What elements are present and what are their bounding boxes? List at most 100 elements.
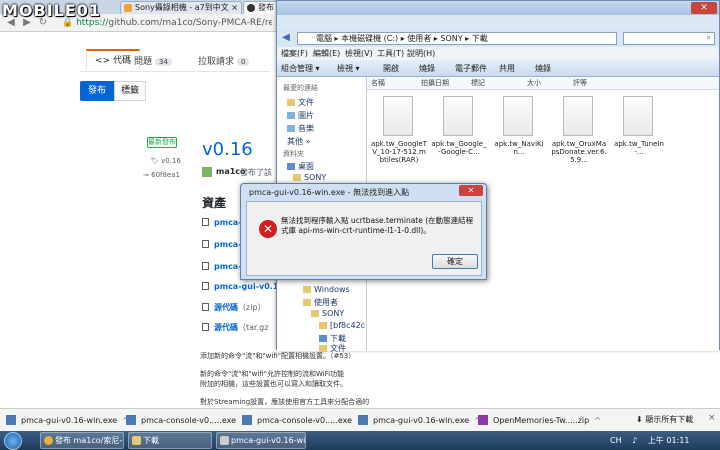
release-title[interactable]: v0.16	[202, 139, 253, 160]
browser-tab-sony[interactable]: Sony攝錄相機 - a7到中文 ×	[120, 1, 242, 14]
menu-view[interactable]: 檢視(V)	[345, 48, 373, 59]
taskbar-item-pmca[interactable]: pmca-gui-v0.16-wi...	[216, 432, 306, 449]
source-tar-link[interactable]: 源代碼（tar.gz	[202, 322, 268, 333]
release-note-line: 對於Streaming設置，應該使用官方工具來分配合適的	[200, 398, 370, 406]
menu-tools[interactable]: 工具(T)	[377, 48, 404, 59]
view-button[interactable]: 檢視 ▾	[337, 63, 360, 74]
task-label: pmca-gui-v0.16-wi...	[231, 436, 306, 445]
download-name: pmca-gui-v0.16-win.exe	[373, 416, 470, 425]
show-all-label: 顯示所有下載	[645, 415, 694, 424]
close-icon[interactable]: ✕	[459, 185, 483, 196]
nav-users[interactable]: 使用者	[303, 297, 338, 308]
nav-music[interactable]: 音樂	[287, 123, 314, 134]
email-button[interactable]: 電子郵件	[455, 63, 487, 74]
task-label: 下載	[143, 436, 159, 445]
breadcrumb[interactable]: 電腦 ▸ 本機磁碟機 (C:) ▸ 使用者 ▸ SONY ▸ 下載	[297, 32, 617, 45]
column-headers: 名稱 拍攝日期 標記 大小 評等	[367, 77, 719, 90]
mobile01-logo: MOBILE01	[2, 1, 102, 20]
nav-docs[interactable]: 文件	[319, 343, 346, 354]
asset-link[interactable]: pmca-	[202, 262, 242, 271]
nav-more[interactable]: 其他 »	[287, 136, 310, 147]
nav-desktop[interactable]: 桌面	[287, 161, 314, 172]
nav-label: 圖片	[298, 111, 314, 120]
nav-sony[interactable]: SONY	[293, 173, 326, 182]
author-avatar[interactable]	[202, 167, 212, 177]
tab-code[interactable]: <> 代碼	[86, 49, 140, 70]
nav-documents[interactable]: 文件	[287, 97, 314, 108]
menu-file[interactable]: 檔案(F)	[281, 48, 308, 59]
taskbar-item-downloads[interactable]: 下載	[128, 432, 212, 449]
source-label: 源代碼	[214, 323, 238, 332]
download-item[interactable]: pmca-gui-v0.16-win.exe^	[6, 412, 129, 429]
close-icon[interactable]: ×	[708, 413, 716, 423]
menu-help[interactable]: 說明(H)	[407, 48, 435, 59]
download-item[interactable]: pmca-console-v0.....exe^	[126, 412, 248, 429]
tab-issues[interactable]: 問題 34	[134, 54, 172, 67]
url-path: github.com/ma1co/Sony-PMCA-RE/rele	[108, 18, 272, 28]
asset-link[interactable]: pmca-gui-v0.1	[202, 282, 278, 291]
open-button[interactable]: 開啟	[383, 63, 399, 74]
exe-icon	[6, 415, 16, 425]
ok-button[interactable]: 確定	[432, 254, 478, 269]
download-item[interactable]: OpenMemories-Tw.....zip ^	[478, 412, 601, 429]
search-icon: ⌕	[706, 33, 711, 42]
nav-label: [bf8c42c	[330, 321, 366, 330]
share-button[interactable]: 共用	[499, 63, 515, 74]
tab-pull-requests[interactable]: 拉取請求 0	[198, 54, 250, 67]
col-name[interactable]: 名稱	[371, 78, 385, 88]
burn-button[interactable]: 燒錄	[419, 63, 435, 74]
download-item[interactable]: pmca-console-v0.....exe^	[242, 412, 364, 429]
folder-icon	[287, 99, 295, 106]
commit-label: 60f8ea1	[151, 171, 180, 179]
pr-count: 0	[237, 58, 250, 66]
back-icon[interactable]: ◀	[279, 32, 293, 44]
menu-edit[interactable]: 編輯(E)	[313, 48, 340, 59]
show-all-downloads[interactable]: ⬇ 顯示所有下載	[636, 414, 693, 425]
col-rating[interactable]: 評等	[573, 78, 587, 88]
nav-label: 下載	[330, 334, 346, 343]
language-indicator[interactable]: CH	[610, 436, 622, 445]
file-name: apk.tw_OruxMapsDonate.ver.6.5.9...	[551, 140, 607, 164]
nav-label: 使用者	[314, 298, 338, 307]
asset-name: pmca-	[214, 218, 242, 227]
explorer-titlebar[interactable]: ✕	[277, 1, 719, 15]
volume-icon[interactable]: ♪	[632, 436, 637, 445]
col-size[interactable]: 大小	[527, 78, 541, 88]
asset-link[interactable]: pmca-	[202, 240, 242, 249]
author-action-text: 發布了該	[240, 168, 272, 177]
download-name: pmca-gui-v0.16-win.exe	[21, 416, 118, 425]
col-date[interactable]: 拍攝日期	[421, 78, 449, 88]
col-tags[interactable]: 標記	[471, 78, 485, 88]
tags-button[interactable]: 標籤	[114, 81, 146, 101]
nav-windows[interactable]: Windows	[303, 285, 350, 294]
burn2-button[interactable]: 燒錄	[535, 63, 551, 74]
asset-link[interactable]: pmca-	[202, 218, 242, 227]
taskbar-item-browser[interactable]: 發布 ma1co/索尼-...	[40, 432, 124, 449]
package-icon	[202, 282, 209, 290]
clock[interactable]: 上午 01:11	[648, 436, 690, 445]
source-format: （zip）	[238, 303, 266, 312]
download-item[interactable]: pmca-gui-v0.16-win.exe^	[358, 412, 481, 429]
start-button[interactable]	[4, 432, 22, 450]
nav-hash-folder[interactable]: [bf8c42c	[319, 321, 365, 330]
chevron-up-icon[interactable]: ^	[594, 416, 601, 425]
pictures-icon	[287, 112, 295, 119]
commit-link[interactable]: ⊸ 60f8ea1	[143, 171, 180, 179]
exe-icon	[126, 415, 136, 425]
source-zip-link[interactable]: 源代碼（zip）	[202, 302, 266, 313]
release-note-line: 新的命令"流"和"wifi"允許控制的流和WiFi功能	[200, 370, 345, 378]
nav-pictures[interactable]: 圖片	[287, 110, 314, 121]
close-icon[interactable]: ✕	[691, 2, 717, 14]
exe-icon	[358, 415, 368, 425]
tag-link[interactable]: 🏷 v0.16	[150, 157, 181, 165]
organize-button[interactable]: 組合管理 ▾	[281, 63, 320, 74]
releases-button[interactable]: 發布	[80, 81, 114, 101]
download-name: pmca-console-v0.....exe	[141, 416, 237, 425]
nav-sony-user[interactable]: SONY	[311, 309, 344, 318]
tab-issues-label: 問題	[134, 57, 153, 67]
file-name: apk.tw_Google_-Google-C...	[431, 140, 487, 156]
search-input[interactable]: ⌕	[623, 32, 715, 45]
nav-label: 文件	[298, 98, 314, 107]
folder-icon	[319, 322, 327, 329]
music-icon	[287, 125, 295, 132]
